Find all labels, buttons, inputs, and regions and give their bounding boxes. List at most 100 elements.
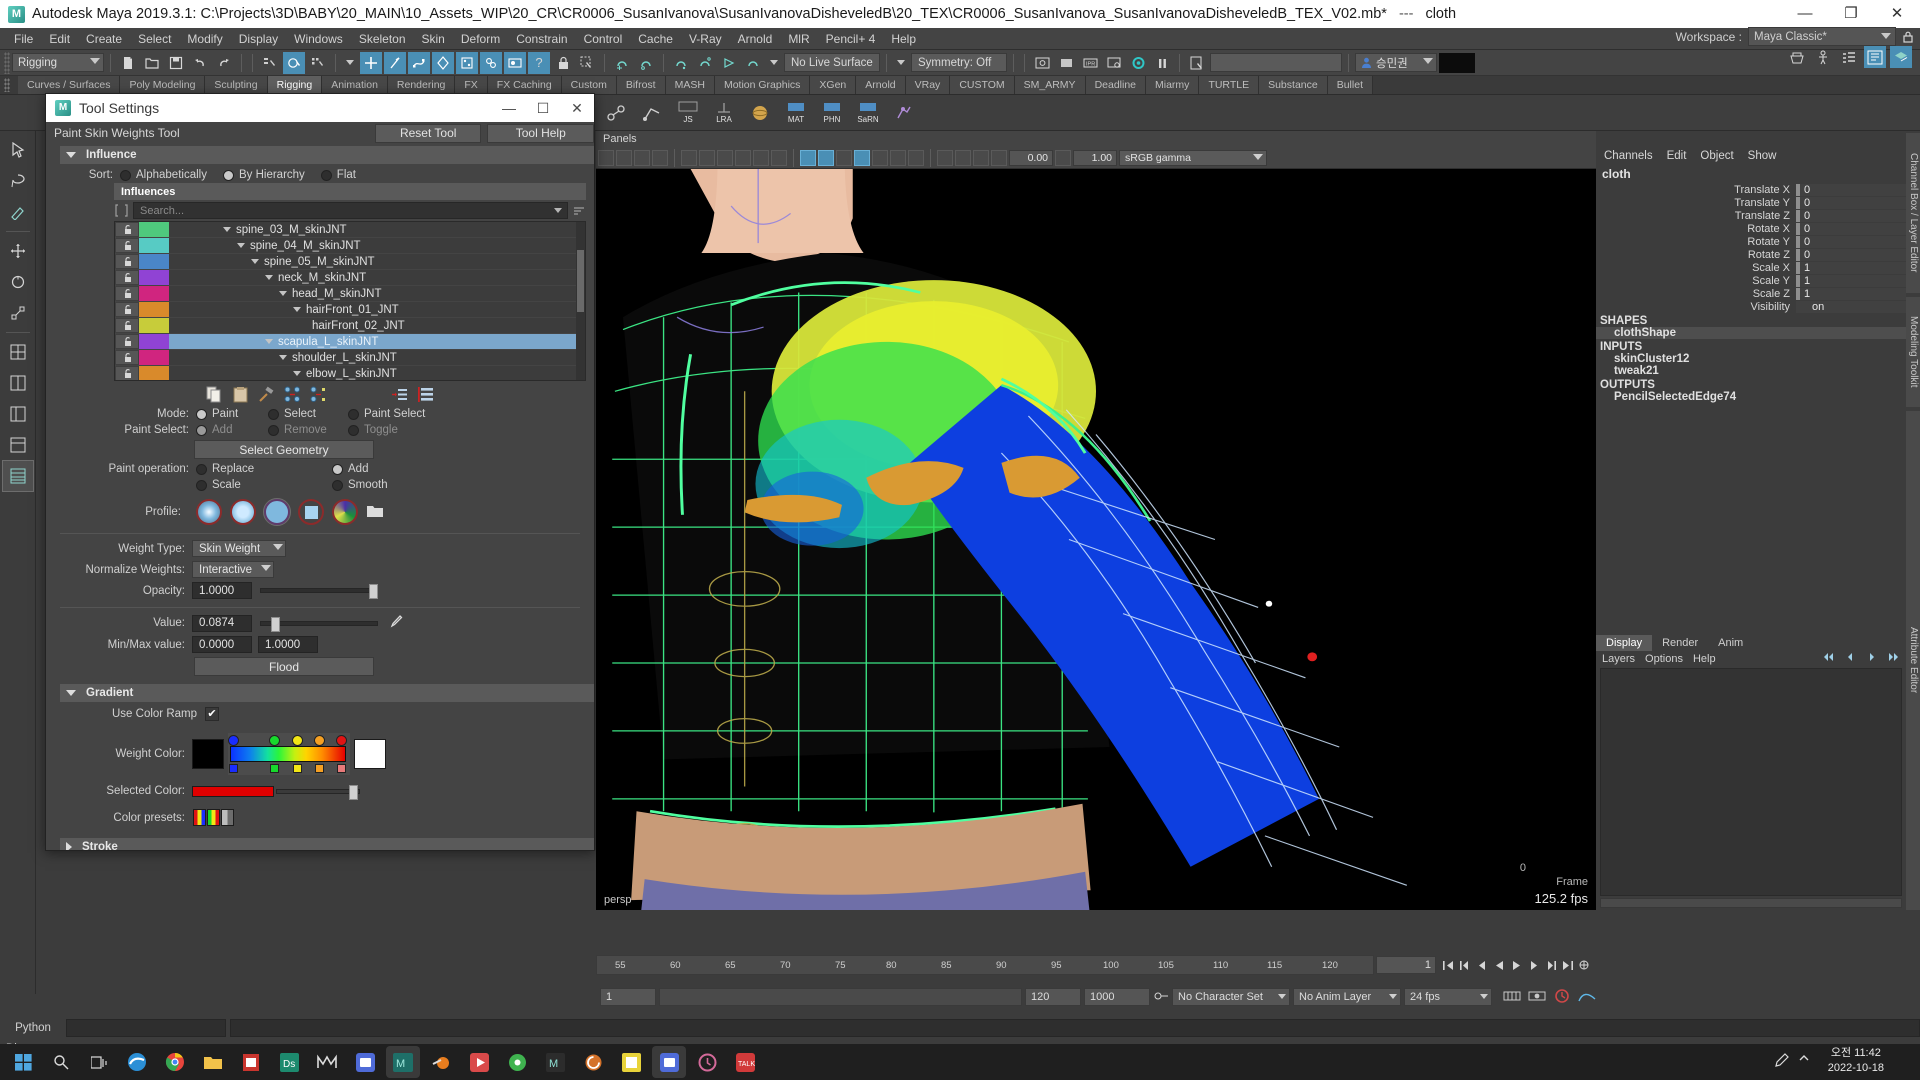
select-geometry-button[interactable]: Select Geometry — [194, 440, 374, 459]
shelf-button-js[interactable]: JS — [672, 97, 704, 129]
expand-triangle-icon[interactable] — [223, 227, 231, 232]
script-language-label[interactable]: Python — [4, 1019, 62, 1037]
color-preset-1[interactable] — [193, 809, 206, 826]
layout-hypershade-icon[interactable] — [3, 430, 33, 460]
select-by-component-icon[interactable] — [307, 52, 329, 74]
ramp-marker-yellow[interactable] — [292, 735, 303, 746]
channelbox-menu-show[interactable]: Show — [1748, 150, 1777, 162]
lock-influence-icon[interactable] — [115, 270, 139, 285]
view-multisample-icon[interactable] — [753, 149, 769, 166]
menu-cache[interactable]: Cache — [630, 28, 681, 50]
step-back-frame-icon[interactable] — [1474, 957, 1490, 973]
note-app-icon[interactable] — [614, 1046, 648, 1078]
channel-value[interactable]: 0 — [1796, 196, 1906, 209]
influence-color-swatch[interactable] — [139, 286, 169, 301]
shelf-tab-miarmy[interactable]: Miarmy — [1146, 76, 1200, 94]
influence-row[interactable]: spine_04_M_skinJNT — [115, 238, 585, 254]
influences-list[interactable]: spine_03_M_skinJNT spine_04_M_skinJNT sp… — [114, 221, 586, 381]
slider-knob[interactable] — [369, 584, 378, 599]
channel-row[interactable]: Scale Y 1 — [1596, 274, 1906, 287]
teams-second-icon[interactable] — [652, 1046, 686, 1078]
view-shadow-toggle-icon[interactable] — [908, 149, 924, 166]
outliner-icon[interactable] — [1838, 46, 1860, 68]
menu-help[interactable]: Help — [883, 28, 924, 50]
channel-value[interactable]: 1 — [1796, 274, 1906, 287]
shelf-tab-fx[interactable]: FX — [455, 76, 488, 94]
layer-next-icon[interactable] — [1866, 652, 1877, 665]
menu-windows[interactable]: Windows — [286, 28, 351, 50]
current-frame-field[interactable]: 1 — [1376, 956, 1436, 974]
layer-menu-layers[interactable]: Layers — [1602, 653, 1635, 665]
shelf-tab-curves-surfaces[interactable]: Curves / Surfaces — [18, 76, 121, 94]
lock-icon[interactable] — [552, 52, 574, 74]
move-weights-icon[interactable] — [284, 386, 301, 403]
shelf-tab-turtle[interactable]: TURTLE — [1199, 76, 1260, 94]
store-app-icon[interactable] — [500, 1046, 534, 1078]
chevron-down-icon[interactable] — [346, 60, 354, 65]
lock-influence-icon[interactable] — [115, 254, 139, 269]
shelf-tab-bullet[interactable]: Bullet — [1327, 76, 1373, 94]
mode-select-radio[interactable] — [268, 408, 279, 420]
influence-color-swatch[interactable] — [139, 238, 169, 253]
magnet-point-icon[interactable] — [670, 52, 692, 74]
view-select-camera-icon[interactable] — [598, 149, 614, 166]
maximize-button[interactable]: ❐ — [1828, 0, 1874, 28]
channelbox-menu-object[interactable]: Object — [1700, 150, 1733, 162]
expand-triangle-icon[interactable] — [279, 355, 287, 360]
expand-triangle-icon[interactable] — [279, 291, 287, 296]
exposure-field[interactable]: 0.00 — [1009, 149, 1053, 166]
range-slider[interactable] — [659, 988, 1022, 1006]
paste-weights-icon[interactable] — [232, 386, 249, 403]
expand-triangle-icon[interactable] — [237, 243, 245, 248]
animation-preferences-icon[interactable] — [1576, 957, 1592, 973]
value-input[interactable]: 0.0874 — [192, 614, 252, 632]
color-space-select[interactable]: sRGB gamma — [1119, 149, 1267, 166]
influence-color-swatch[interactable] — [139, 302, 169, 317]
ramp-handle-orange[interactable] — [315, 764, 324, 773]
menu-skin[interactable]: Skin — [414, 28, 453, 50]
mode-paint-select-radio[interactable] — [348, 408, 359, 420]
show-hidden-icons-icon[interactable] — [1798, 1053, 1810, 1070]
ipr-render-icon[interactable]: IPR — [1079, 52, 1101, 74]
render-region-icon[interactable] — [1055, 52, 1077, 74]
menu-control[interactable]: Control — [576, 28, 631, 50]
talk-app-icon[interactable]: TALK — [728, 1046, 762, 1078]
influence-color-swatch[interactable] — [139, 222, 169, 237]
lock-influence-icon[interactable] — [115, 334, 139, 349]
max-value-input[interactable]: 1.0000 — [258, 636, 318, 653]
layer-editor-icon[interactable] — [1890, 46, 1912, 68]
gradient-section-header[interactable]: Gradient — [60, 684, 594, 702]
menu-display[interactable]: Display — [231, 28, 286, 50]
view-twosided-lighting-icon[interactable] — [681, 149, 697, 166]
expand-triangle-icon[interactable] — [265, 339, 273, 344]
paint-select-toggle-radio[interactable] — [348, 424, 359, 436]
hammer-weights-icon[interactable] — [258, 386, 275, 403]
reset-tool-button[interactable]: Reset Tool — [374, 123, 482, 143]
view-xray-joints-icon[interactable] — [955, 149, 971, 166]
profile-browse-icon[interactable] — [366, 503, 384, 521]
shelf-grip[interactable] — [4, 78, 10, 92]
file-explorer-icon[interactable] — [196, 1046, 230, 1078]
panels-menu[interactable]: Panels — [603, 133, 637, 145]
animation-prefs-icon[interactable] — [1553, 988, 1571, 1007]
menu-arnold[interactable]: Arnold — [730, 28, 781, 50]
menu-vray[interactable]: V-Ray — [681, 28, 730, 50]
rigging-skeleton-icon[interactable] — [1812, 46, 1834, 68]
view-gamma-toggle-icon[interactable] — [1055, 149, 1071, 166]
layout-two-pane-icon[interactable] — [3, 368, 33, 398]
show-influences-icon[interactable] — [310, 386, 327, 403]
ramp-handle-green[interactable] — [270, 764, 279, 773]
slider-knob[interactable] — [349, 784, 358, 800]
taskbar-clock[interactable]: 오전 11:42 2022-10-18 — [1828, 1046, 1884, 1076]
value-slider[interactable] — [260, 616, 378, 632]
shelf-tab-rigging[interactable]: Rigging — [267, 76, 323, 94]
shelf-tab-custom-upper[interactable]: CUSTOM — [950, 76, 1015, 94]
copy-weights-icon[interactable] — [206, 386, 223, 403]
channel-box-input-item[interactable]: tweak21 — [1596, 365, 1906, 377]
display-layer-list[interactable] — [1600, 668, 1902, 896]
channel-value[interactable]: 0 — [1796, 248, 1906, 261]
view-motionblur-icon[interactable] — [735, 149, 751, 166]
shelf-tab-sculpting[interactable]: Sculpting — [205, 76, 268, 94]
shelf-button-ikhandle-icon[interactable] — [636, 97, 668, 129]
influence-color-swatch[interactable] — [139, 270, 169, 285]
